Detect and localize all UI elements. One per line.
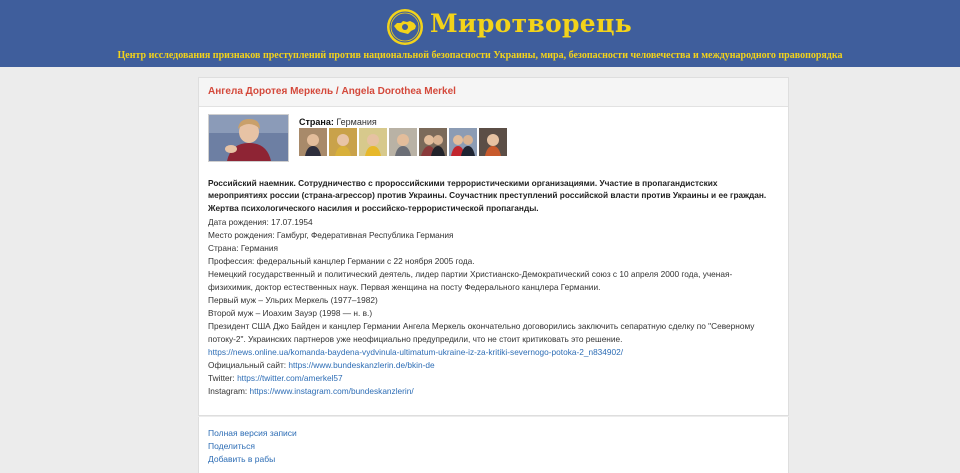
official-site-label: Официальный сайт:: [208, 359, 287, 370]
share-link[interactable]: Поделиться: [208, 441, 255, 451]
site-subtitle: Центр исследования признаков преступлени…: [117, 50, 843, 61]
thumbnail-photo[interactable]: [449, 128, 477, 156]
first-husband: Первый муж – Ульрих Меркель (1977–1982): [208, 294, 378, 305]
record-header: Ангела Доротея Меркель / Angela Dorothea…: [199, 78, 788, 107]
official-site-link[interactable]: https://www.bundeskanzlerin.de/bkin-de: [288, 360, 434, 370]
record-title: Ангела Доротея Меркель / Angela Dorothea…: [208, 86, 456, 97]
add-to-slaves-link[interactable]: Добавить в рабы: [208, 454, 275, 464]
thumbnail-photo[interactable]: [419, 128, 447, 156]
country-value: Германия: [336, 117, 377, 127]
emblem-icon[interactable]: [386, 8, 424, 46]
photo-thumbnails: [299, 128, 507, 156]
twitter-label: Twitter:: [208, 372, 235, 383]
country-text: Страна: Германия: [208, 242, 279, 253]
thumbnail-photo[interactable]: [479, 128, 507, 156]
news-text: Президент США Джо Байден и канцлер Герма…: [208, 320, 755, 344]
birth-place: Место рождения: Гамбург, Федеративная Ре…: [208, 229, 454, 240]
record-body: Российский наемник. Сотрудничество с про…: [208, 177, 768, 398]
country-label: Страна:: [299, 117, 334, 127]
thumbnail-photo[interactable]: [359, 128, 387, 156]
main-photo[interactable]: [208, 114, 289, 162]
profession: Профессия: федеральный канцлер Германии …: [208, 255, 475, 266]
news-link[interactable]: https://news.online.ua/komanda-baydena-v…: [208, 347, 623, 357]
site-header: Миротворець Центр исследования признаков…: [0, 0, 960, 67]
instagram-row: Instagram: https://www.instagram.com/bun…: [208, 385, 768, 398]
country-info: Страна: Германия: [299, 117, 377, 127]
instagram-link[interactable]: https://www.instagram.com/bundeskanzleri…: [250, 386, 414, 396]
thumbnail-photo[interactable]: [389, 128, 417, 156]
thumbnail-photo[interactable]: [329, 128, 357, 156]
thumbnail-photo[interactable]: [299, 128, 327, 156]
record-card: Ангела Доротея Меркель / Angela Dorothea…: [198, 77, 789, 416]
site-title[interactable]: Миротворець: [430, 9, 632, 38]
official-site-row: Официальный сайт: https://www.bundeskanz…: [208, 359, 768, 372]
full-version-link[interactable]: Полная версия записи: [208, 428, 297, 438]
second-husband: Второй муж – Иоахим Зауэр (1998 — н. в.): [208, 307, 373, 318]
instagram-label: Instagram:: [208, 385, 248, 396]
record-actions: Полная версия записи Поделиться Добавить…: [198, 417, 789, 473]
twitter-row: Twitter: https://twitter.com/amerkel57: [208, 372, 768, 385]
twitter-link[interactable]: https://twitter.com/amerkel57: [237, 373, 343, 383]
biography: Немецкий государственный и политический …: [208, 268, 733, 292]
birth-date: Дата рождения: 17.07.1954: [208, 216, 313, 227]
accusation-text: Российский наемник. Сотрудничество с про…: [208, 178, 767, 213]
